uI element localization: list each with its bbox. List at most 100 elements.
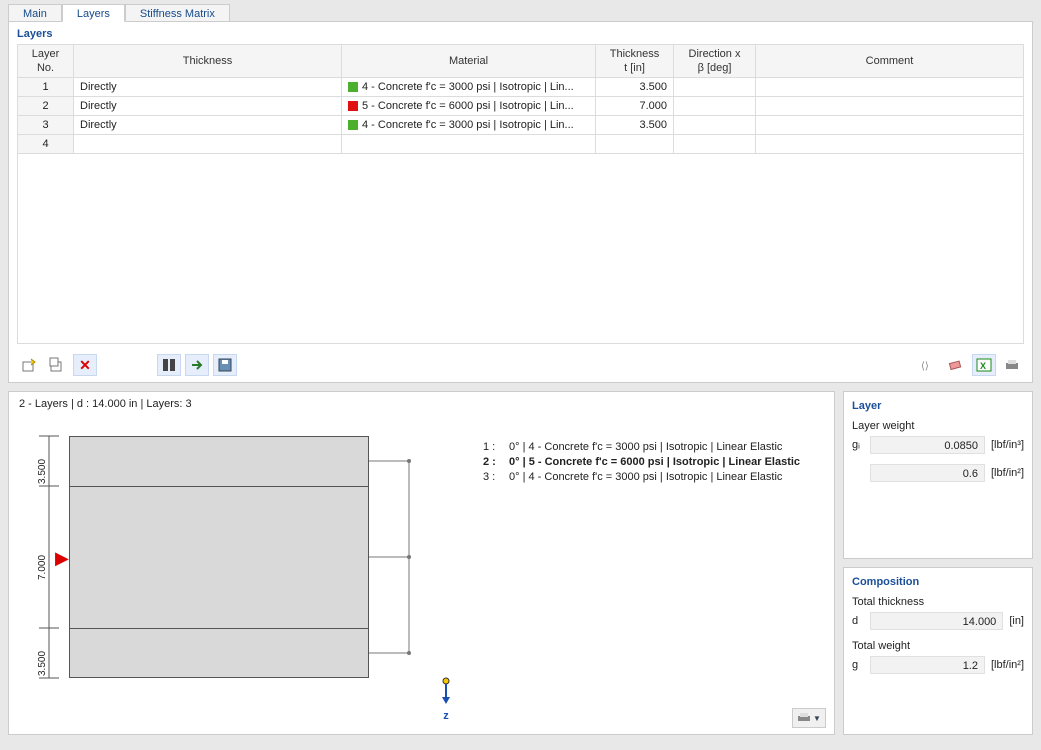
gi2-value[interactable]: 0.6 — [870, 464, 985, 482]
diagram-layer-1 — [69, 436, 369, 486]
tab-stiffness-matrix[interactable]: Stiffness Matrix — [125, 4, 230, 22]
units-button[interactable]: ⟨⟩ — [916, 354, 940, 376]
cell-layer-no[interactable]: 2 — [18, 97, 74, 116]
col-thickness-t[interactable]: Thickness t [in] — [596, 45, 674, 78]
col-material[interactable]: Material — [342, 45, 596, 78]
print-preview-button[interactable]: ▼ — [792, 708, 826, 728]
layer-panel: Layer Layer weight gᵢ 0.0850 [lbf/in³] 0… — [843, 391, 1033, 559]
total-thickness-label: Total thickness — [852, 596, 1024, 608]
cell-direction[interactable] — [674, 97, 756, 116]
preview-title: 2 - Layers | d : 14.000 in | Layers: 3 — [19, 398, 192, 410]
g-unit: [lbf/in²] — [991, 659, 1024, 671]
z-axis-label: z — [439, 710, 453, 722]
cell-layer-no[interactable]: 3 — [18, 116, 74, 135]
cell-material[interactable]: 4 - Concrete f'c = 3000 psi | Isotropic … — [342, 78, 596, 97]
duplicate-row-button[interactable] — [45, 354, 69, 376]
floppy-icon — [217, 357, 233, 373]
reset-button[interactable] — [944, 354, 968, 376]
diagram-layer-3 — [69, 628, 369, 678]
gi-value[interactable]: 0.0850 — [870, 436, 985, 454]
annotation-row: 2 :0° | 5 - Concrete f'c = 6000 psi | Is… — [483, 455, 800, 470]
layer-diagram: 3.500 7.000 3.500 ▶ — [69, 436, 369, 678]
cell-comment[interactable] — [756, 135, 1024, 154]
printer-icon — [1004, 358, 1020, 372]
material-color-swatch — [348, 101, 358, 111]
selected-layer-pointer-icon: ▶ — [55, 548, 69, 569]
material-color-swatch — [348, 82, 358, 92]
cell-comment[interactable] — [756, 78, 1024, 97]
tab-strip: Main Layers Stiffness Matrix — [0, 0, 1041, 22]
cell-direction[interactable] — [674, 78, 756, 97]
cell-layer-no[interactable]: 1 — [18, 78, 74, 97]
cell-thickness-mode[interactable] — [74, 135, 342, 154]
table-row[interactable]: 2Directly5 - Concrete f'c = 6000 psi | I… — [18, 97, 1024, 116]
z-axis-indicator: z — [439, 677, 453, 722]
cell-direction[interactable] — [674, 116, 756, 135]
layer-panel-title: Layer — [852, 400, 1024, 412]
layer-weight-label: Layer weight — [852, 420, 1024, 432]
tab-layers[interactable]: Layers — [62, 4, 125, 22]
library-button[interactable] — [157, 354, 181, 376]
toolbar: ✕ ⟨⟩ X — [9, 350, 1032, 382]
cell-thickness-mode[interactable]: Directly — [74, 78, 342, 97]
preview-pane: 2 - Layers | d : 14.000 in | Layers: 3 3… — [8, 391, 835, 735]
cell-direction[interactable] — [674, 135, 756, 154]
cell-comment[interactable] — [756, 116, 1024, 135]
arrow-in-icon — [189, 357, 205, 373]
layers-table[interactable]: Layer No. Thickness Material Thickness t… — [17, 44, 1024, 154]
units-icon: ⟨⟩ — [920, 358, 936, 372]
cell-layer-no[interactable]: 4 — [18, 135, 74, 154]
excel-icon: X — [976, 358, 992, 372]
cell-thickness-t[interactable]: 3.500 — [596, 78, 674, 97]
cell-thickness-t[interactable] — [596, 135, 674, 154]
print-table-button[interactable] — [1000, 354, 1024, 376]
dim-layer-2: 7.000 — [37, 555, 48, 580]
col-comment[interactable]: Comment — [756, 45, 1024, 78]
col-thickness-mode[interactable]: Thickness — [74, 45, 342, 78]
total-weight-label: Total weight — [852, 640, 1024, 652]
gi-unit: [lbf/in³] — [991, 439, 1024, 451]
dropdown-caret-icon: ▼ — [813, 714, 821, 723]
d-symbol: d — [852, 615, 864, 627]
table-row[interactable]: 3Directly4 - Concrete f'c = 3000 psi | I… — [18, 116, 1024, 135]
d-value[interactable]: 14.000 — [870, 612, 1003, 630]
delete-icon: ✕ — [79, 357, 91, 374]
col-direction[interactable]: Direction x β [deg] — [674, 45, 756, 78]
cell-thickness-mode[interactable]: Directly — [74, 116, 342, 135]
new-row-button[interactable] — [17, 354, 41, 376]
cell-thickness-t[interactable]: 3.500 — [596, 116, 674, 135]
composition-panel: Composition Total thickness d 14.000 [in… — [843, 567, 1033, 735]
export-excel-button[interactable]: X — [972, 354, 996, 376]
section-title-layers: Layers — [9, 22, 1032, 44]
svg-text:⟨⟩: ⟨⟩ — [921, 361, 929, 372]
table-row[interactable]: 4 — [18, 135, 1024, 154]
annotation-row: 3 :0° | 4 - Concrete f'c = 3000 psi | Is… — [483, 470, 800, 485]
col-layer-no[interactable]: Layer No. — [18, 45, 74, 78]
save-button[interactable] — [213, 354, 237, 376]
tab-main[interactable]: Main — [8, 4, 62, 22]
gi-symbol: gᵢ — [852, 439, 864, 451]
cell-material[interactable] — [342, 135, 596, 154]
dim-layer-3: 3.500 — [37, 651, 48, 676]
table-row[interactable]: 1Directly4 - Concrete f'c = 3000 psi | I… — [18, 78, 1024, 97]
svg-text:X: X — [980, 361, 986, 371]
gi2-unit: [lbf/in²] — [991, 467, 1024, 479]
cell-thickness-mode[interactable]: Directly — [74, 97, 342, 116]
material-color-swatch — [348, 120, 358, 130]
eraser-icon — [948, 358, 964, 372]
delete-row-button[interactable]: ✕ — [73, 354, 97, 376]
g-value[interactable]: 1.2 — [870, 656, 985, 674]
g-symbol: g — [852, 659, 864, 671]
cell-material[interactable]: 5 - Concrete f'c = 6000 psi | Isotropic … — [342, 97, 596, 116]
cell-material[interactable]: 4 - Concrete f'c = 3000 psi | Isotropic … — [342, 116, 596, 135]
book-icon — [161, 357, 177, 373]
composition-panel-title: Composition — [852, 576, 1024, 588]
d-unit: [in] — [1009, 615, 1024, 627]
import-button[interactable] — [185, 354, 209, 376]
cell-thickness-t[interactable]: 7.000 — [596, 97, 674, 116]
cell-comment[interactable] — [756, 97, 1024, 116]
dim-layer-1: 3.500 — [37, 459, 48, 484]
grid-empty-area[interactable] — [17, 154, 1024, 344]
printer-icon — [797, 712, 811, 724]
diagram-layer-2 — [69, 486, 369, 628]
